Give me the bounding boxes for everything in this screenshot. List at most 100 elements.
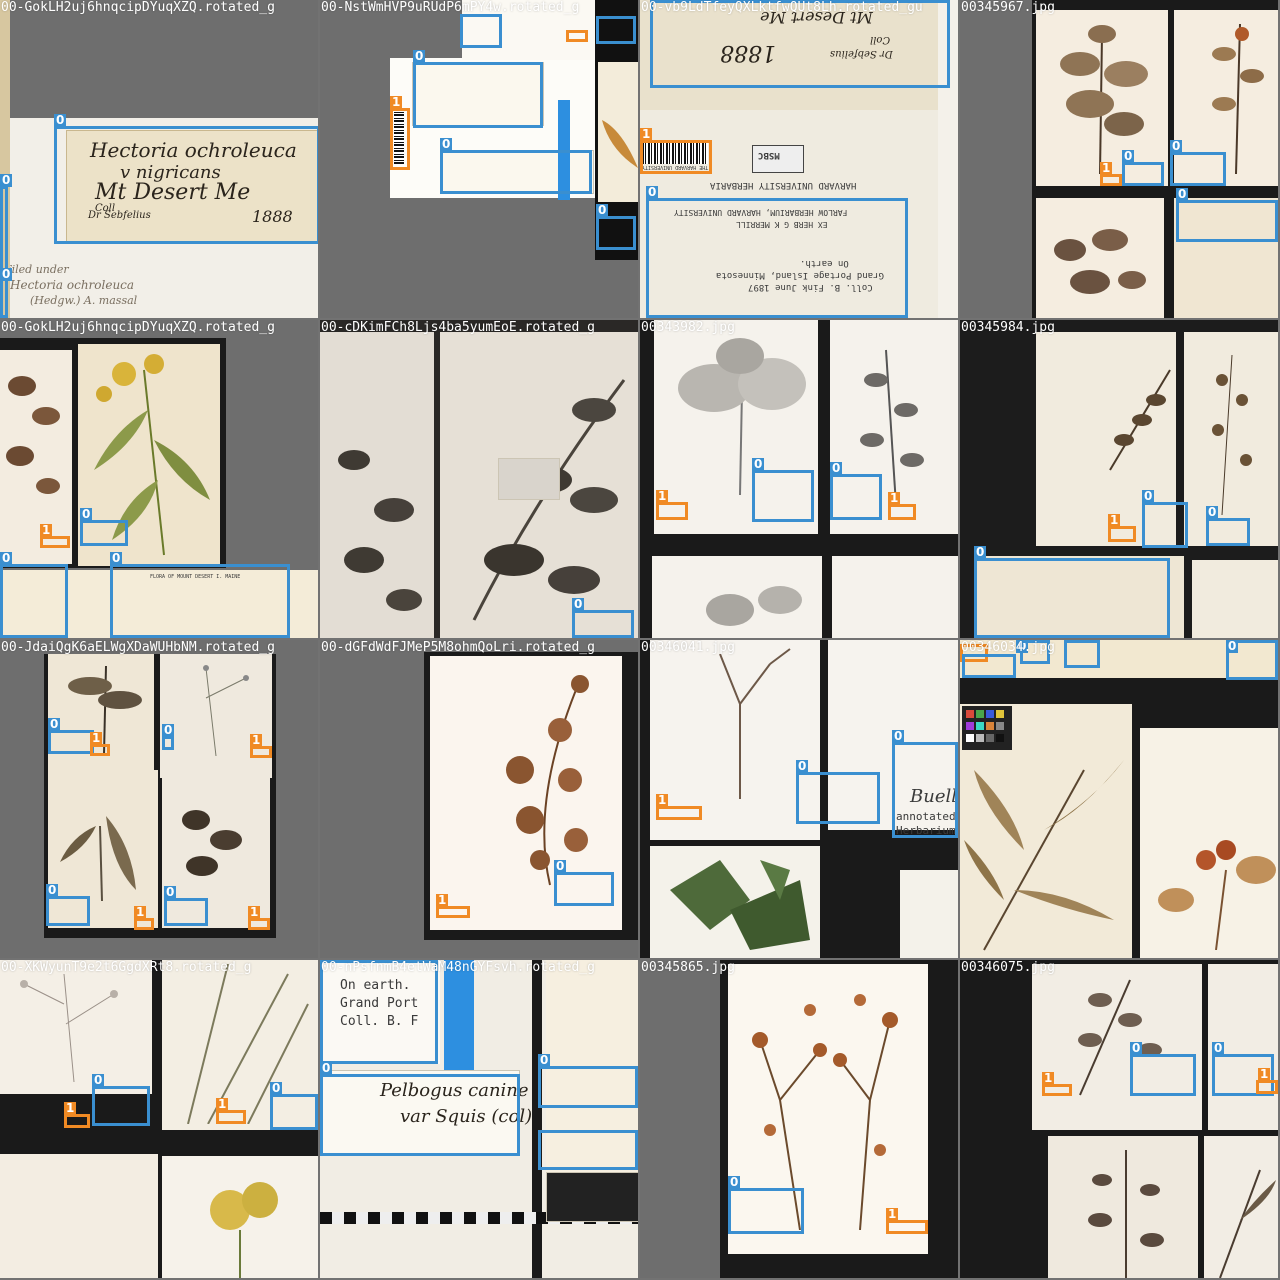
- tile-7[interactable]: 0 0 1 0 00345984.jpg: [960, 320, 1278, 638]
- plant-specimen: [210, 1182, 278, 1278]
- plant-specimen: [719, 648, 791, 799]
- detection-box-class1: [886, 1220, 928, 1234]
- detection-box-class1: [566, 30, 588, 42]
- plant-specimen: [60, 816, 136, 902]
- tile-filename: 00346041.jpg: [641, 640, 735, 655]
- detection-box-class0: [440, 150, 592, 194]
- tile-0[interactable]: Hectoria ochroleuca v nigricans Mt Deser…: [0, 0, 318, 318]
- detection-box-class0: [0, 186, 8, 318]
- tile-filename: 00-dGFdWdFJMeP5M8ohmQoLri.rotated_g: [321, 640, 595, 655]
- detection-label: 0: [46, 883, 59, 897]
- detection-box-class1: [640, 140, 712, 174]
- plant-specimen: [602, 120, 638, 168]
- detection-label: 0: [554, 859, 567, 873]
- plant-specimen: [20, 973, 118, 1083]
- detection-box-class0: [270, 1094, 318, 1130]
- detection-label: 0: [1122, 149, 1135, 163]
- detection-label: 1: [40, 523, 53, 537]
- plant-specimen: [1212, 354, 1252, 516]
- tile-13[interactable]: On earth. Grand Port Coll. B. F Pelbogus…: [320, 960, 638, 1278]
- detection-box-class0: [1206, 518, 1250, 546]
- herbaria-text: HARVARD UNIVERSITY HERBARIA: [710, 180, 857, 190]
- detection-label: 0: [974, 545, 987, 559]
- detection-label: 0: [892, 729, 905, 743]
- detection-box-class0: [538, 1130, 638, 1170]
- tile-filename: 00-GokLH2uj6hnqcipDYuqXZQ.rotated_g: [1, 320, 275, 335]
- tile-4[interactable]: FLORA OF MOUNT DESERT I. MAINE 0 0 0 1 0…: [0, 320, 318, 638]
- detection-label: 0: [646, 185, 659, 199]
- plant-specimen: [1088, 1150, 1164, 1278]
- tile-filename: 00-vb9LdTfeyQXLktfwQUt8Lh.rotated_gu: [641, 0, 923, 15]
- tile-8[interactable]: 0 1 0 1 0 1 0 1 00-JdaiQgK6aELWgXDaWUHbN…: [0, 640, 318, 958]
- detection-label: 0: [270, 1081, 283, 1095]
- tile-5[interactable]: 0 00-cDKimFCh8Ljs4ba5yumEoE.rotated_g: [320, 320, 638, 638]
- plant-specimen: [1060, 25, 1148, 174]
- label-handwriting: Hectoria ochroleuca: [10, 278, 135, 292]
- detection-label: 0: [1142, 489, 1155, 503]
- detection-box-class0: [554, 872, 614, 906]
- detection-label: 1: [134, 905, 147, 919]
- stamp-text: MSBC: [758, 150, 780, 160]
- detection-box-class0: [413, 62, 543, 128]
- detection-label: 1: [248, 905, 261, 919]
- detection-label: 0: [752, 457, 765, 471]
- tile-3[interactable]: 0 1 0 0 00345967.jpg: [960, 0, 1278, 318]
- detection-box-class0: [460, 14, 502, 48]
- detection-box-class0: [892, 742, 958, 838]
- detection-label: 1: [886, 1207, 899, 1221]
- detection-box-class0: [962, 654, 1016, 678]
- plant-specimen: [1219, 1169, 1276, 1278]
- tile-6[interactable]: 0 1 0 1 00343982.jpg: [640, 320, 958, 638]
- detection-box-class1: [134, 918, 154, 930]
- detection-box-class0: [1122, 162, 1164, 186]
- detection-box-class1: [1256, 1080, 1278, 1094]
- detection-box-class1: [1108, 526, 1136, 542]
- detection-box-class0: [92, 1086, 150, 1126]
- tile-9[interactable]: 0 1 00-dGFdWdFJMeP5M8ohmQoLri.rotated_g: [320, 640, 638, 958]
- detection-label: 1: [1108, 513, 1121, 527]
- detection-box-class0: [974, 558, 1170, 638]
- detection-box-class0: [796, 772, 880, 824]
- tile-10[interactable]: Buellia annotated by Herbarium of 0 0 1 …: [640, 640, 958, 958]
- detection-label: 0: [538, 1053, 551, 1067]
- detection-label: 1: [250, 733, 263, 747]
- detection-label: 0: [162, 723, 175, 737]
- detection-label: 0: [728, 1175, 741, 1189]
- plant-specimen: [182, 810, 242, 876]
- detection-box-class1: [64, 1114, 90, 1128]
- tile-2[interactable]: Mt Desert Me 1888 Coll Dr Sebfelius THE …: [640, 0, 958, 318]
- detection-label: 1: [436, 893, 449, 907]
- tile-filename: 00-GokLH2uj6hnqcipDYuqXZQ.rotated_g: [1, 0, 275, 15]
- detection-box-class1: [216, 1110, 246, 1124]
- tile-filename: 00-XKWyunT9e2t6GgdXRt8.rotated_g: [1, 960, 252, 975]
- plant-specimen: [1158, 840, 1276, 950]
- tile-12[interactable]: 0 1 1 0 00-XKWyunT9e2t6GgdXRt8.rotated_g: [0, 960, 318, 1278]
- detection-label: 0: [92, 1073, 105, 1087]
- plant-specimen: [506, 675, 589, 886]
- detection-label: 0: [1206, 505, 1219, 519]
- detection-box-class0: [80, 520, 128, 546]
- detection-label: 1: [90, 731, 103, 745]
- detection-label: 0: [110, 551, 123, 565]
- plant-specimen: [1054, 229, 1146, 294]
- detection-label: 0: [54, 113, 67, 127]
- detection-label: 0: [48, 717, 61, 731]
- detection-label: 1: [1100, 161, 1113, 175]
- detection-label: 0: [440, 137, 453, 151]
- detection-label: 1: [390, 95, 403, 109]
- tile-11[interactable]: 0 0 00346034.jpg: [960, 640, 1278, 958]
- detection-box-class1: [248, 918, 270, 930]
- tile-14[interactable]: 0 1 00345865.jpg: [640, 960, 958, 1278]
- tile-filename: 00-NstWmHVP9uRUdP6mPY4w.rotated_g: [321, 0, 580, 15]
- detection-box-class1: [436, 906, 470, 918]
- plant-specimen: [1212, 23, 1264, 174]
- detection-box-class1: [888, 504, 916, 520]
- detection-label: 0: [413, 49, 426, 63]
- plant-specimen: [964, 760, 1124, 951]
- detection-label: 1: [888, 491, 901, 505]
- detection-label: 0: [572, 597, 585, 611]
- detection-label: 1: [1258, 1067, 1271, 1081]
- tile-1[interactable]: 0 0 1 0 00-NstWmHVP9uRUdP6mPY4w.rotated_…: [320, 0, 638, 318]
- detection-label: 0: [596, 203, 609, 217]
- tile-15[interactable]: 0 1 0 1 00346075.jpg: [960, 960, 1278, 1278]
